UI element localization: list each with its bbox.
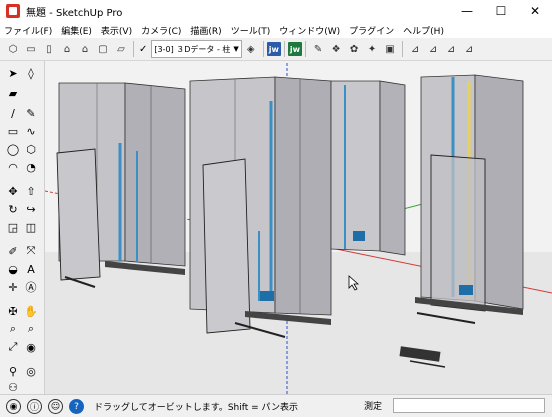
shaft-unit-2 [189, 76, 332, 338]
layer-manager-icon[interactable]: ◈ [244, 42, 258, 56]
geolocation-icon[interactable]: ◉ [6, 399, 21, 414]
zoom-window-icon[interactable]: ⌕ [23, 321, 39, 337]
pie-icon[interactable]: ◔ [23, 159, 39, 175]
iso-view-icon[interactable]: ⬡ [6, 42, 20, 56]
rotate-icon[interactable]: ↻ [5, 201, 21, 217]
window-title: 無題 - SketchUp Pro [26, 7, 123, 19]
status-bar: ◉ ⓘ ☺ ? ドラッグしてオービットします。Shift = パン表示 測定 [0, 394, 552, 417]
layer-check-icon: ✓ [139, 43, 148, 55]
offset-icon[interactable]: ◫ [23, 219, 39, 235]
jw-import-button[interactable]: jw [266, 42, 281, 56]
top-view-icon[interactable]: ▭ [24, 42, 38, 56]
move-icon[interactable]: ✥ [5, 183, 21, 199]
sketchup-logo-icon [6, 4, 20, 18]
style-icon[interactable]: ✿ [347, 42, 361, 56]
previous-view-icon[interactable]: ◉ [23, 339, 39, 355]
paint-bucket-icon[interactable]: ▰ [5, 85, 21, 101]
bottom-view-icon[interactable]: ▱ [114, 42, 128, 56]
sketchup-window: 無題 - SketchUp Pro — ☐ ✕ ファイル(F) 編集(E) 表示… [0, 0, 552, 417]
shaft-unit-4 [415, 74, 524, 324]
3d-text-icon[interactable]: Ⓐ [23, 279, 39, 295]
scale-icon[interactable]: ◲ [5, 219, 21, 235]
eraser-icon[interactable]: ◊ [23, 65, 39, 81]
component-icon[interactable]: ✎ [311, 42, 325, 56]
zoom-icon[interactable]: ⌕ [5, 321, 21, 337]
menu-edit[interactable]: 編集(E) [57, 24, 97, 37]
layer-select-value: [3-0] ３Dデータ - 柱 [154, 44, 231, 54]
minimize-button[interactable]: — [450, 0, 484, 22]
layer-select[interactable]: [3-0] ３Dデータ - 柱 ▼ [151, 40, 242, 58]
follow-me-icon[interactable]: ↪ [23, 201, 39, 217]
menu-window[interactable]: ウィンドウ(W) [275, 24, 345, 37]
close-button[interactable]: ✕ [518, 0, 552, 22]
maximize-button[interactable]: ☐ [484, 0, 518, 22]
status-hint: ドラッグしてオービットします。Shift = パン表示 [94, 403, 299, 413]
section-display-icon[interactable]: ⊿ [426, 42, 440, 56]
section-plane-icon[interactable]: ⊿ [408, 42, 422, 56]
menu-draw[interactable]: 描画(R) [186, 24, 226, 37]
menu-help[interactable]: ヘルプ(H) [399, 24, 449, 37]
chevron-down-icon: ▼ [233, 45, 239, 53]
look-around-icon[interactable]: ◎ [23, 363, 39, 379]
model-drawing [45, 61, 552, 394]
right-view-icon[interactable]: ⌂ [60, 42, 74, 56]
floor-fixture [399, 346, 446, 368]
measurements-input[interactable] [393, 398, 545, 413]
polygon-icon[interactable]: ⬡ [23, 141, 39, 157]
shadow-icon[interactable]: ▣ [383, 42, 397, 56]
push-pull-icon[interactable]: ⇧ [23, 183, 39, 199]
walk-icon[interactable]: ⚇ [5, 379, 21, 395]
toolbar-separator [283, 41, 285, 57]
measurements-label: 測定 [364, 402, 383, 412]
toolbar-separator [262, 41, 264, 57]
zoom-extents-icon[interactable]: ⤢ [5, 339, 21, 355]
circle-icon[interactable]: ◯ [5, 141, 21, 157]
toolbar-separator [402, 41, 404, 57]
shaft-unit-3 [330, 80, 406, 256]
menu-bar: ファイル(F) 編集(E) 表示(V) カメラ(C) 描画(R) ツール(T) … [0, 22, 552, 38]
pencil-icon[interactable]: ✎ [23, 105, 39, 121]
protractor-icon[interactable]: ◒ [5, 261, 21, 277]
menu-tools[interactable]: ツール(T) [227, 24, 276, 37]
back-view-icon[interactable]: ⌂ [78, 42, 92, 56]
left-toolbar: ➤ ◊ ▰ ∕ ✎ ▭ ∿ ◯ ⬡ ◠ ◔ ✥ ⇧ ↻ ↪ ◲ ◫ ✐ ⤧ ◒ … [0, 61, 45, 394]
user-icon[interactable]: ☺ [48, 399, 63, 414]
menu-camera[interactable]: カメラ(C) [137, 24, 186, 37]
credits-icon[interactable]: ⓘ [27, 399, 42, 414]
arc-icon[interactable]: ◠ [5, 159, 21, 175]
toolbar-separator [305, 41, 307, 57]
axes-icon[interactable]: ✛ [5, 279, 21, 295]
line-icon[interactable]: ∕ [5, 105, 21, 121]
3d-viewport[interactable] [45, 61, 552, 394]
toolbar-separator [133, 41, 134, 57]
left-view-icon[interactable]: ▢ [96, 42, 110, 56]
material-icon[interactable]: ❖ [329, 42, 343, 56]
freehand-icon[interactable]: ∿ [23, 123, 39, 139]
menu-view[interactable]: 表示(V) [97, 24, 137, 37]
menu-plugins[interactable]: プラグイン [345, 24, 399, 37]
orbit-cursor [348, 275, 360, 291]
help-icon[interactable]: ? [69, 399, 84, 414]
position-camera-icon[interactable]: ⚲ [5, 363, 21, 379]
main-toolbar: ⬡ ▭ ▯ ⌂ ⌂ ▢ ▱ ✓ [3-0] ３Dデータ - 柱 ▼ ◈ jw j… [0, 38, 552, 61]
rectangle-icon[interactable]: ▭ [5, 123, 21, 139]
select-arrow-icon[interactable]: ➤ [5, 65, 21, 81]
section-fill-icon[interactable]: ⊿ [462, 42, 476, 56]
tape-measure-icon[interactable]: ✐ [5, 243, 21, 259]
section-cut-icon[interactable]: ⊿ [444, 42, 458, 56]
front-view-icon[interactable]: ▯ [42, 42, 56, 56]
scene-icon[interactable]: ✦ [365, 42, 379, 56]
text-icon[interactable]: A [23, 261, 39, 277]
title-bar: 無題 - SketchUp Pro — ☐ ✕ [0, 0, 552, 22]
dimension-icon[interactable]: ⤧ [23, 243, 39, 259]
shaft-unit-1 [56, 82, 186, 288]
pan-icon[interactable]: ✋ [23, 303, 39, 319]
jw-export-button[interactable]: jw [287, 42, 303, 56]
menu-file[interactable]: ファイル(F) [0, 24, 57, 37]
orbit-icon[interactable]: ✠ [5, 303, 21, 319]
